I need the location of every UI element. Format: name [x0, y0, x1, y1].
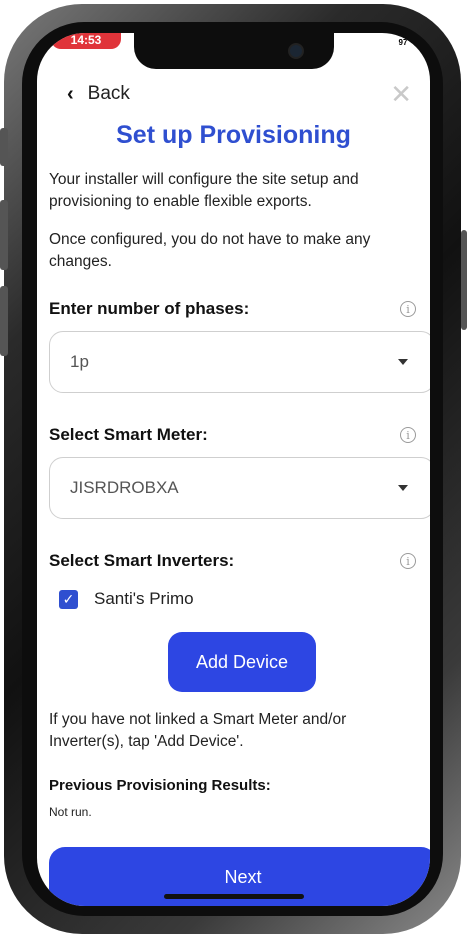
- previous-results-label: Previous Provisioning Results:: [49, 777, 271, 794]
- add-device-button[interactable]: Add Device: [168, 632, 316, 692]
- phases-dropdown[interactable]: 1p: [49, 331, 430, 393]
- note-text: Once configured, you do not have to make…: [49, 231, 371, 270]
- camera-icon: [288, 43, 304, 59]
- status-icons: ◠ 97: [354, 35, 414, 49]
- close-icon[interactable]: ✕: [390, 81, 412, 107]
- smart-meter-value: JISRDROBXA: [70, 478, 179, 497]
- page-title: Set up Provisioning: [116, 121, 351, 149]
- signal-icon: [354, 37, 373, 47]
- battery-icon: 97: [392, 36, 414, 48]
- back-label: Back: [87, 83, 130, 104]
- back-button[interactable]: ‹ Back: [67, 83, 130, 105]
- info-icon[interactable]: i: [400, 301, 416, 317]
- home-indicator: [164, 894, 304, 899]
- phases-value: 1p: [70, 352, 89, 371]
- mute-switch: [0, 128, 8, 166]
- info-icon[interactable]: i: [400, 427, 416, 443]
- intro-text: Your installer will configure the site s…: [49, 171, 359, 210]
- volume-down-button: [0, 286, 8, 356]
- chevron-left-icon: ‹: [67, 83, 74, 105]
- caret-down-icon: [398, 359, 408, 365]
- checkmark-icon[interactable]: ✓: [59, 589, 78, 609]
- power-button: [461, 230, 467, 330]
- notch: [134, 33, 334, 69]
- previous-results-value: Not run.: [49, 805, 92, 819]
- help-text: If you have not linked a Smart Meter and…: [49, 711, 347, 750]
- wifi-icon: ◠: [377, 35, 387, 48]
- caret-down-icon: [398, 485, 408, 491]
- info-icon[interactable]: i: [400, 553, 416, 569]
- smart-meter-label: Select Smart Meter:: [49, 425, 208, 444]
- inverter-checkbox-row[interactable]: ✓ Santi's Primo: [59, 589, 194, 609]
- inverter-label: Santi's Primo: [94, 589, 194, 608]
- volume-up-button: [0, 200, 8, 270]
- smart-meter-dropdown[interactable]: JISRDROBXA: [49, 457, 430, 519]
- status-time: 14:53: [51, 33, 121, 49]
- app-screen: 14:53 ◠ 97 ‹ Back ✕ Set up Provisioning …: [37, 33, 430, 906]
- smart-inverters-label: Select Smart Inverters:: [49, 551, 235, 570]
- phases-label: Enter number of phases:: [49, 299, 250, 318]
